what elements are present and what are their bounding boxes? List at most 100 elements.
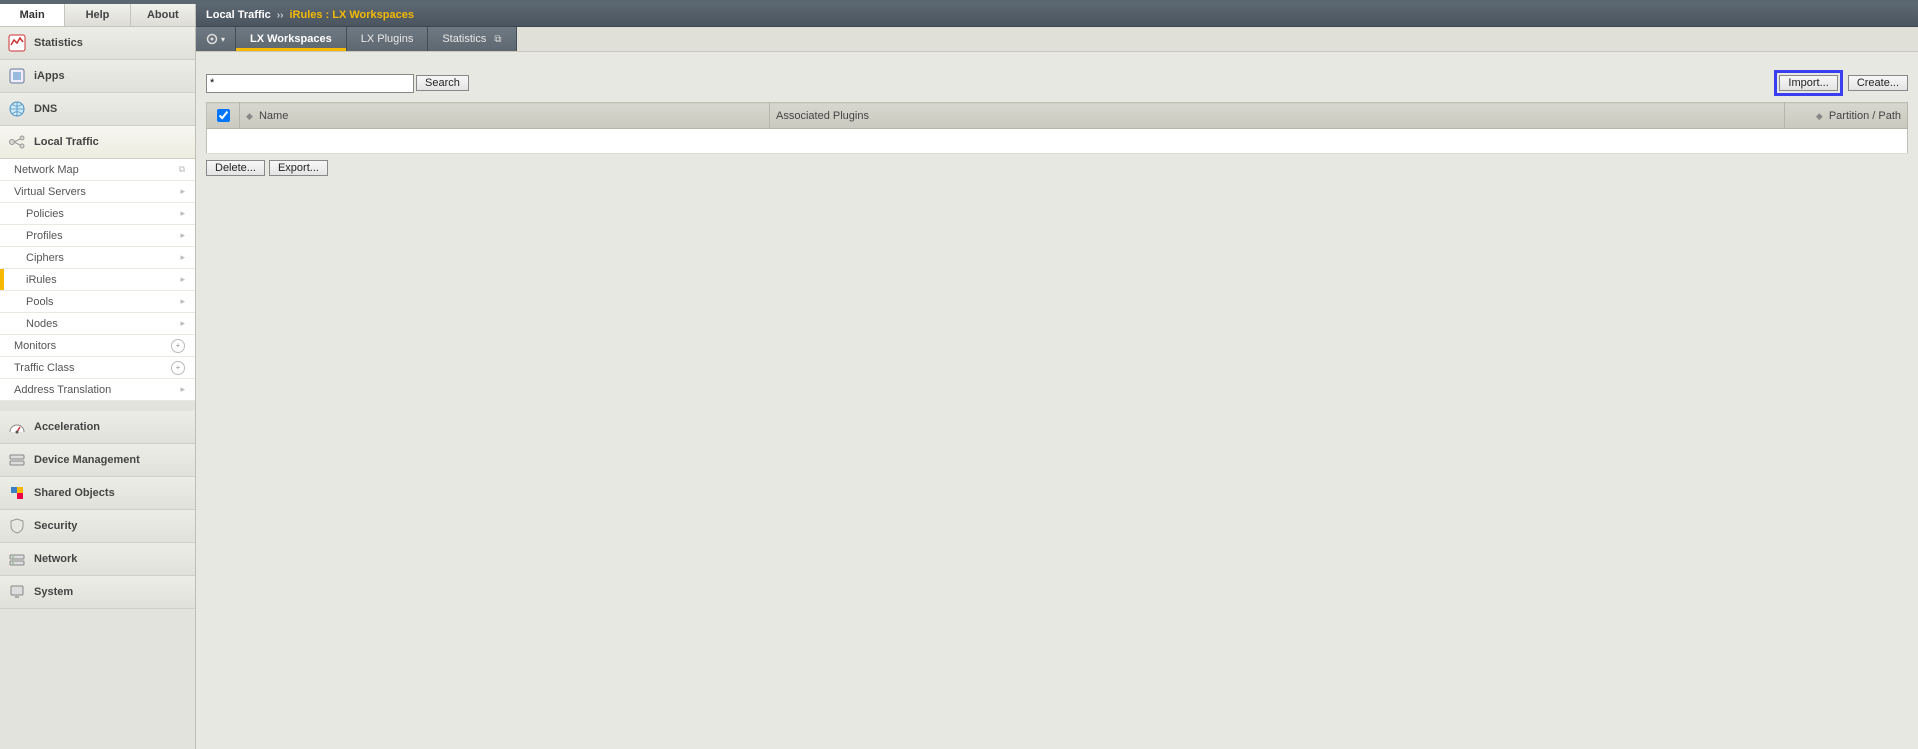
sidebar-section-statistics[interactable]: Statistics <box>0 27 195 60</box>
search-button[interactable]: Search <box>416 75 469 91</box>
sidebar-tab-help[interactable]: Help <box>65 4 130 26</box>
col-associated-plugins[interactable]: Associated Plugins <box>770 103 1785 129</box>
chevron-right-icon: ▸ <box>180 230 185 241</box>
sub-label: Ciphers <box>26 252 64 264</box>
create-button[interactable]: Create... <box>1848 75 1908 91</box>
sort-icon: ◆ <box>246 111 253 121</box>
tab-statistics[interactable]: Statistics ⧉ <box>428 27 516 51</box>
sub-label: Address Translation <box>14 384 111 396</box>
sidebar-section-dns[interactable]: DNS <box>0 93 195 126</box>
sub-label: Pools <box>26 296 54 308</box>
sub-item-nodes[interactable]: Nodes ▸ <box>0 313 195 335</box>
import-button[interactable]: Import... <box>1779 75 1837 91</box>
sub-item-policies[interactable]: Policies ▸ <box>0 203 195 225</box>
search-input[interactable] <box>206 74 414 93</box>
local-traffic-submenu: Network Map ⧉ Virtual Servers ▸ Policies… <box>0 159 195 401</box>
sub-label: Profiles <box>26 230 63 242</box>
delete-button[interactable]: Delete... <box>206 160 265 176</box>
sub-label: iRules <box>26 274 57 286</box>
section-label: Security <box>34 520 77 532</box>
select-all-checkbox[interactable] <box>217 109 230 122</box>
sidebar-section-iapps[interactable]: iApps <box>0 60 195 93</box>
sub-item-traffic-class[interactable]: Traffic Class + <box>0 357 195 379</box>
workspaces-table: ◆ Name Associated Plugins ◆ Partition / … <box>206 102 1908 154</box>
shield-icon <box>8 517 26 535</box>
content-tabs: ▾ LX Workspaces LX Plugins Statistics ⧉ <box>196 27 1918 52</box>
sidebar-section-local-traffic[interactable]: Local Traffic <box>0 126 195 159</box>
tab-lx-plugins[interactable]: LX Plugins <box>347 27 429 51</box>
sub-item-ciphers[interactable]: Ciphers ▸ <box>0 247 195 269</box>
gauge-icon <box>8 418 26 436</box>
section-label: iApps <box>34 70 65 82</box>
sidebar-tab-main[interactable]: Main <box>0 4 65 26</box>
col-label: Name <box>259 110 288 122</box>
sub-label: Virtual Servers <box>14 186 86 198</box>
network-icon <box>8 550 26 568</box>
chevron-right-icon: ▸ <box>180 252 185 263</box>
statistics-icon <box>8 34 26 52</box>
chevron-right-icon: ▸ <box>180 186 185 197</box>
breadcrumb-current: iRules : LX Workspaces <box>289 9 414 21</box>
section-label: Device Management <box>34 454 140 466</box>
breadcrumb: Local Traffic ›› iRules : LX Workspaces <box>196 4 1918 27</box>
device-icon <box>8 451 26 469</box>
chevron-right-icon: ▸ <box>180 318 185 329</box>
sub-item-pools[interactable]: Pools ▸ <box>0 291 195 313</box>
system-icon <box>8 583 26 601</box>
section-label: Statistics <box>34 37 83 49</box>
sort-icon: ◆ <box>1816 111 1823 121</box>
sub-item-virtual-servers[interactable]: Virtual Servers ▸ <box>0 181 195 203</box>
export-button[interactable]: Export... <box>269 160 328 176</box>
breadcrumb-root[interactable]: Local Traffic <box>206 9 271 21</box>
main-panel: Local Traffic ›› iRules : LX Workspaces … <box>196 4 1918 749</box>
sub-item-monitors[interactable]: Monitors + <box>0 335 195 357</box>
sub-label: Policies <box>26 208 64 220</box>
tab-lx-workspaces[interactable]: LX Workspaces <box>236 27 347 51</box>
content-body: Search Import... Create... <box>196 52 1918 186</box>
gear-icon <box>206 33 218 45</box>
sub-label: Monitors <box>14 340 56 352</box>
plus-circle-icon: + <box>171 361 185 375</box>
iapps-icon <box>8 67 26 85</box>
import-highlight-frame: Import... <box>1774 70 1842 96</box>
chevron-right-icon: ▸ <box>180 274 185 285</box>
section-label: Shared Objects <box>34 487 115 499</box>
sidebar-section-network[interactable]: Network <box>0 543 195 576</box>
col-label: Partition / Path <box>1829 110 1901 122</box>
sub-label: Network Map <box>14 164 79 176</box>
local-traffic-icon <box>8 133 26 151</box>
sidebar-section-device-management[interactable]: Device Management <box>0 444 195 477</box>
external-icon: ⧉ <box>179 164 185 175</box>
col-select-all[interactable] <box>207 103 240 129</box>
col-name[interactable]: ◆ Name <box>240 103 770 129</box>
chevron-right-icon: ▸ <box>180 208 185 219</box>
section-label: Network <box>34 553 77 565</box>
sidebar-section-system[interactable]: System <box>0 576 195 609</box>
sub-label: Traffic Class <box>14 362 75 374</box>
sidebar-tab-about[interactable]: About <box>131 4 195 26</box>
sidebar-section-security[interactable]: Security <box>0 510 195 543</box>
chevron-right-icon: ▸ <box>180 296 185 307</box>
section-label: DNS <box>34 103 57 115</box>
popout-icon: ⧉ <box>494 34 501 45</box>
globe-icon <box>8 100 26 118</box>
empty-row <box>207 129 1908 154</box>
sub-item-address-translation[interactable]: Address Translation ▸ <box>0 379 195 401</box>
sub-item-irules[interactable]: iRules ▸ <box>0 269 195 291</box>
plus-circle-icon: + <box>171 339 185 353</box>
sub-item-network-map[interactable]: Network Map ⧉ <box>0 159 195 181</box>
section-label: Local Traffic <box>34 136 99 148</box>
chevron-down-icon: ▾ <box>221 35 225 44</box>
col-label: Associated Plugins <box>776 110 869 122</box>
chevron-right-icon: ▸ <box>180 384 185 395</box>
breadcrumb-separator: ›› <box>277 10 284 21</box>
sidebar-section-acceleration[interactable]: Acceleration <box>0 411 195 444</box>
sub-label: Nodes <box>26 318 58 330</box>
sub-item-profiles[interactable]: Profiles ▸ <box>0 225 195 247</box>
sidebar-tabs: Main Help About <box>0 4 195 27</box>
tab-options-menu[interactable]: ▾ <box>196 27 236 51</box>
col-partition[interactable]: ◆ Partition / Path <box>1785 103 1908 129</box>
section-label: System <box>34 586 73 598</box>
sidebar-section-shared-objects[interactable]: Shared Objects <box>0 477 195 510</box>
tab-label: Statistics <box>442 33 486 45</box>
